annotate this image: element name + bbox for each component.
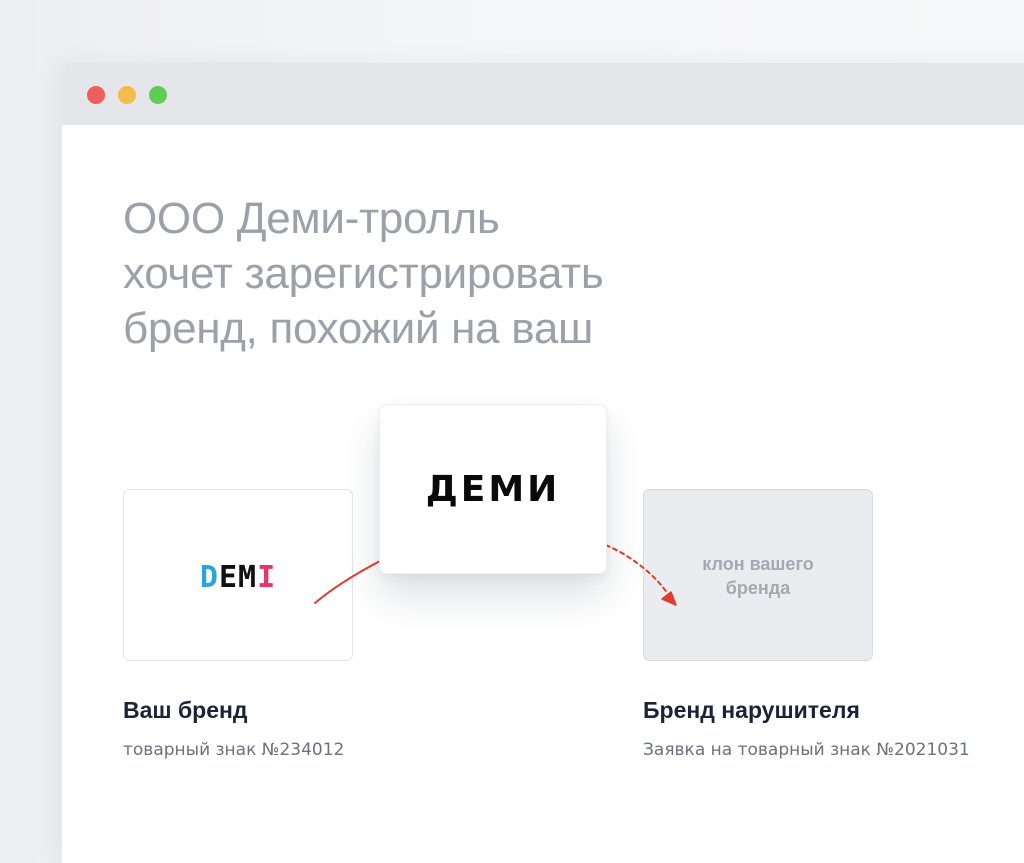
- infringer-application-number: Заявка на товарный знак №2021031: [643, 740, 970, 760]
- your-brand-title: Ваш бренд: [123, 697, 248, 723]
- your-brand-logo: DEMI: [124, 560, 352, 595]
- headline-line-1: ООО Деми-тролль: [123, 194, 500, 243]
- clone-text-line-2: бренда: [725, 578, 791, 598]
- logo-letter-d: D: [199, 560, 219, 595]
- minimize-window-button[interactable]: [118, 86, 136, 104]
- clone-text-line-1: клон вашего: [702, 554, 814, 574]
- infringer-brand-title: Бренд нарушителя: [643, 697, 860, 723]
- window-titlebar: [62, 63, 1024, 125]
- copied-mark-card: ДЕМИ: [379, 404, 607, 574]
- infringer-brand-card: клон вашего бренда: [643, 489, 873, 661]
- logo-letter-i: I: [257, 560, 277, 595]
- your-brand-card: DEMI: [123, 489, 353, 661]
- headline-line-3: бренд, похожий на ваш: [123, 304, 594, 353]
- logo-letter-e: E: [218, 560, 238, 595]
- close-window-button[interactable]: [87, 86, 105, 104]
- logo-letter-m: M: [238, 560, 258, 595]
- headline-line-2: хочет зарегистрировать: [123, 249, 604, 298]
- copied-mark-logo: ДЕМИ: [425, 469, 561, 510]
- zoom-window-button[interactable]: [149, 86, 167, 104]
- browser-window: ООО Деми-тролль хочет зарегистрировать б…: [62, 63, 1024, 863]
- headline: ООО Деми-тролль хочет зарегистрировать б…: [123, 191, 604, 356]
- clone-placeholder-text: клон вашего бренда: [644, 552, 872, 600]
- your-brand-trademark-number: товарный знак №234012: [123, 740, 345, 760]
